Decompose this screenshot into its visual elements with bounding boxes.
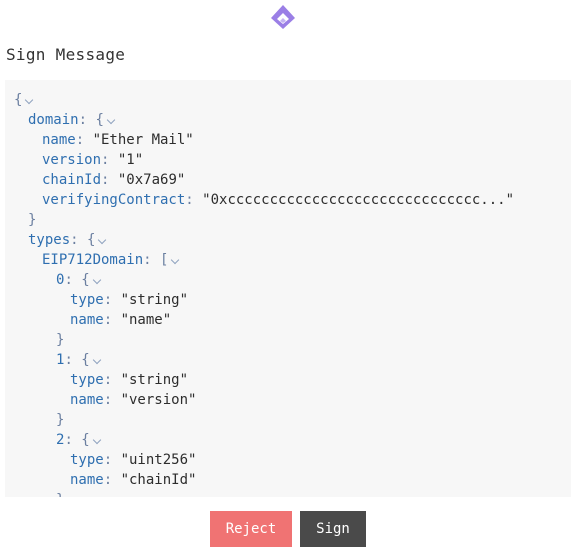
json-key: version	[42, 152, 102, 168]
json-colon: :	[75, 132, 93, 148]
sign-button[interactable]: Sign	[300, 511, 366, 547]
json-key: type	[70, 452, 104, 468]
json-field-line: name: "Ether Mail"	[5, 130, 571, 150]
json-colon: :	[103, 372, 121, 388]
json-colon: :	[103, 292, 121, 308]
json-colon: :	[143, 252, 161, 268]
json-key: name	[70, 312, 104, 328]
chevron-down-icon[interactable]	[95, 230, 109, 250]
json-field-line: type: "string"	[5, 370, 571, 390]
json-close-brace: }	[56, 332, 65, 348]
json-key: name	[42, 132, 76, 148]
json-key: name	[70, 472, 104, 488]
json-value: "0x7a69"	[117, 172, 186, 188]
json-close-brace: }	[56, 492, 64, 497]
json-key: EIP712Domain	[42, 252, 144, 268]
chevron-down-icon[interactable]	[22, 90, 36, 110]
json-value: "string"	[120, 372, 189, 388]
json-value: "string"	[120, 292, 189, 308]
json-colon: :	[103, 472, 121, 488]
chevron-down-icon[interactable]	[168, 250, 182, 270]
json-value: "Ether Mail"	[92, 132, 194, 148]
json-close-line: }	[5, 330, 571, 350]
reject-button[interactable]: Reject	[210, 511, 292, 547]
json-value: "1"	[117, 152, 144, 168]
app-logo-icon	[271, 5, 295, 29]
json-key: name	[70, 392, 104, 408]
json-colon: :	[103, 312, 121, 328]
json-open-brace: {	[81, 272, 90, 288]
json-open-brace: {	[81, 352, 90, 368]
json-colon: :	[185, 192, 203, 208]
json-close-line: }	[5, 490, 571, 497]
json-colon: :	[101, 152, 118, 168]
chevron-down-icon[interactable]	[90, 350, 104, 370]
json-open-brace: {	[87, 232, 96, 248]
action-bar: Reject Sign	[0, 511, 579, 547]
json-field-line: name: "chainId"	[5, 470, 571, 490]
json-node-line[interactable]: 1: {	[5, 350, 571, 370]
json-close-brace: }	[28, 212, 37, 228]
json-value: "0xcccccccccccccccccccccccccccccc..."	[202, 192, 515, 208]
json-close-line: }	[5, 210, 571, 230]
json-value: "name"	[120, 312, 172, 328]
json-colon: :	[103, 452, 121, 468]
chevron-down-icon[interactable]	[104, 110, 118, 130]
json-node-line[interactable]: {	[5, 90, 571, 110]
json-value: "uint256"	[120, 452, 197, 468]
message-json-viewer[interactable]: {domain: {name: "Ether Mail" version: "1"…	[5, 80, 571, 497]
json-colon: :	[78, 112, 96, 128]
json-node-line[interactable]: domain: {	[5, 110, 571, 130]
json-field-line: verifyingContract: "0xcccccccccccccccccc…	[5, 190, 571, 210]
json-node-line[interactable]: types: {	[5, 230, 571, 250]
json-field-line: type: "string"	[5, 290, 571, 310]
page-title: Sign Message	[6, 45, 126, 64]
sign-message-page: Sign Message {domain: {name: "Ether Mail…	[0, 0, 579, 556]
json-colon: :	[103, 392, 121, 408]
json-close-line: }	[5, 410, 571, 430]
json-field-line: chainId: "0x7a69"	[5, 170, 571, 190]
json-colon: :	[70, 232, 88, 248]
json-colon: :	[64, 432, 82, 448]
json-key: type	[70, 292, 104, 308]
chevron-down-icon[interactable]	[90, 270, 104, 290]
json-key: types	[28, 232, 71, 248]
json-field-line: version: "1"	[5, 150, 571, 170]
json-field-line: type: "uint256"	[5, 450, 571, 470]
json-open-brace: [	[160, 252, 169, 268]
json-tree: {domain: {name: "Ether Mail" version: "1"…	[5, 90, 571, 497]
json-key: verifyingContract	[42, 192, 186, 208]
json-open-brace: {	[95, 112, 104, 128]
json-value: "chainId"	[120, 472, 197, 488]
json-open-brace: {	[81, 432, 90, 448]
json-colon: :	[64, 272, 82, 288]
chevron-down-icon[interactable]	[90, 430, 104, 450]
json-key: chainId	[42, 172, 102, 188]
json-node-line[interactable]: EIP712Domain: [	[5, 250, 571, 270]
json-key: domain	[28, 112, 79, 128]
json-colon: :	[64, 352, 82, 368]
json-field-line: name: "version"	[5, 390, 571, 410]
json-node-line[interactable]: 0: {	[5, 270, 571, 290]
json-field-line: name: "name"	[5, 310, 571, 330]
json-key: type	[70, 372, 104, 388]
json-close-brace: }	[56, 412, 65, 428]
json-value: "version"	[120, 392, 197, 408]
json-colon: :	[101, 172, 118, 188]
json-open-brace: {	[14, 92, 23, 108]
json-node-line[interactable]: 2: {	[5, 430, 571, 450]
